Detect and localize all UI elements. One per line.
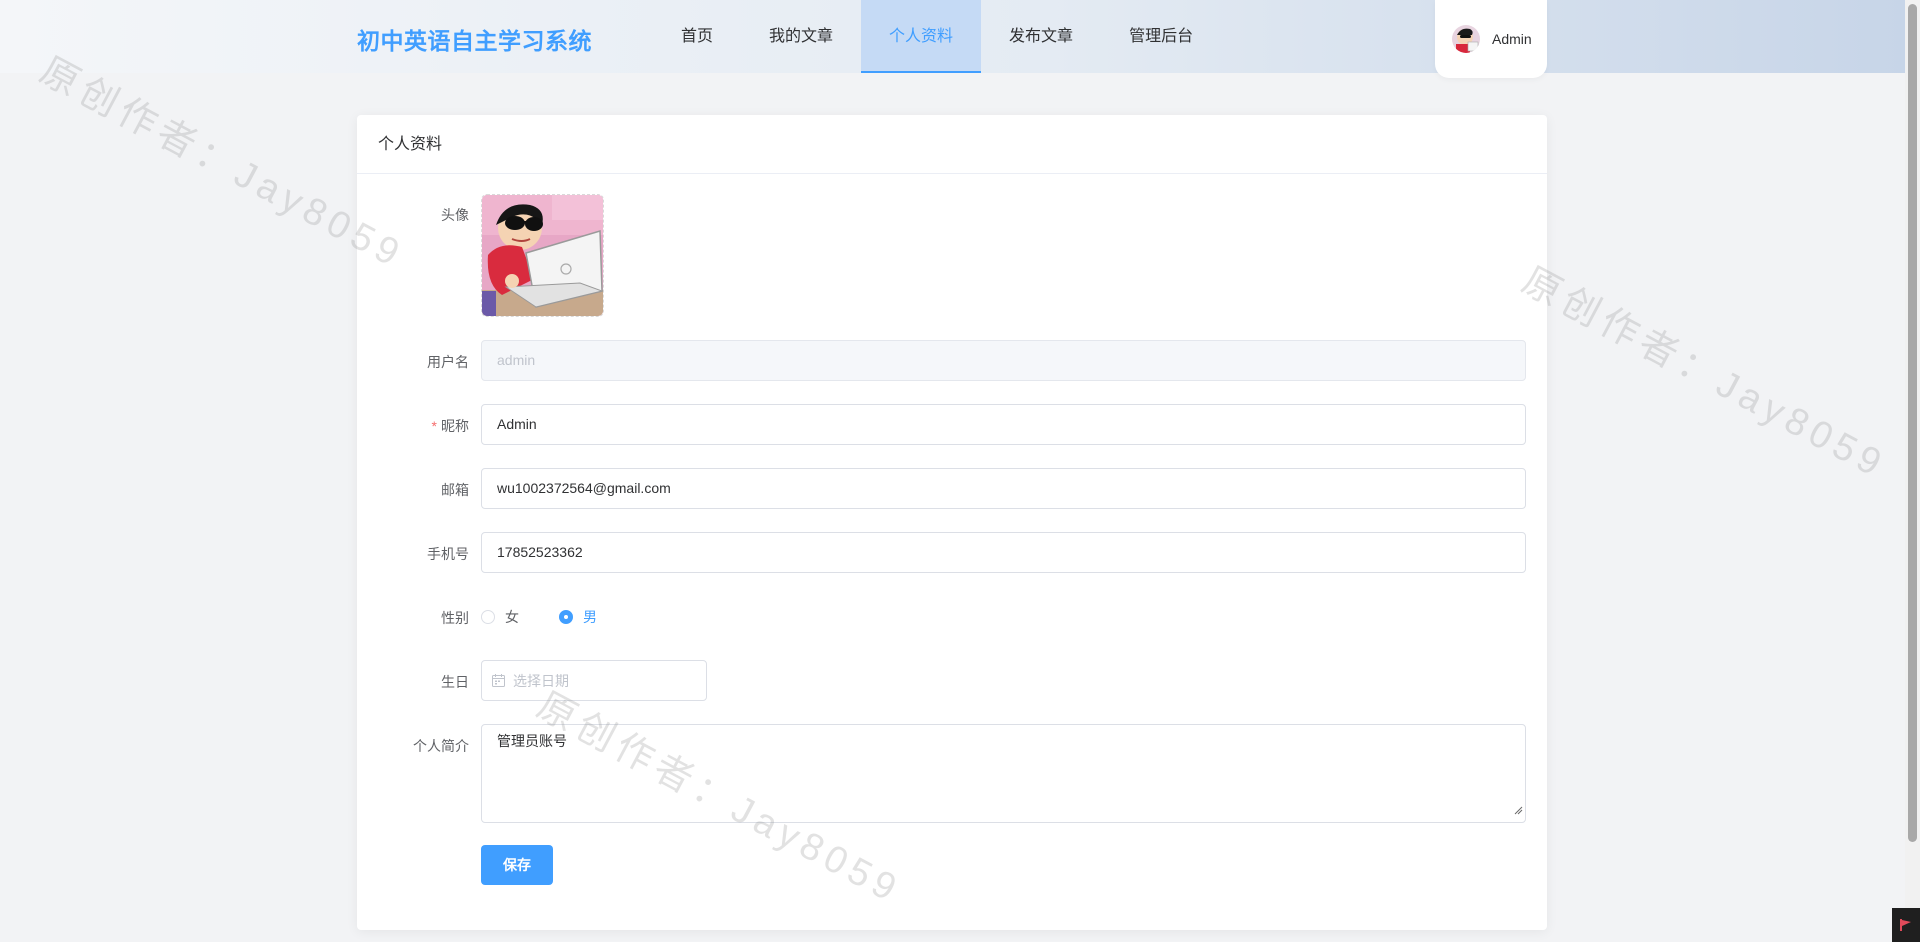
top-header: 初中英语自主学习系统 首页 我的文章 个人资料 发布文章 管理后台 Admin [0, 0, 1905, 78]
birthday-placeholder: 选择日期 [513, 672, 569, 689]
email-input[interactable]: wu1002372564@gmail.com [481, 468, 1526, 509]
required-mark: * [431, 418, 437, 434]
profile-card: 个人资料 头像 用户名 admin * 昵称 Admin 邮箱 wu1002372… [357, 115, 1547, 930]
scrollbar-thumb[interactable] [1908, 4, 1917, 842]
nickname-input[interactable]: Admin [481, 404, 1526, 445]
nav-item-home[interactable]: 首页 [653, 0, 741, 73]
phone-input[interactable]: 17852523362 [481, 532, 1526, 573]
flag-icon[interactable] [1892, 908, 1920, 942]
avatar-label: 头像 [441, 207, 469, 223]
card-title: 个人资料 [357, 115, 1547, 174]
user-menu[interactable]: Admin [1435, 0, 1547, 78]
radio-checked-icon [559, 610, 573, 624]
phone-label: 手机号 [427, 546, 469, 562]
gender-label: 性别 [441, 610, 469, 626]
birthday-date-picker[interactable]: 选择日期 [481, 660, 707, 701]
gender-option-male: 男 [583, 609, 597, 625]
site-logo[interactable]: 初中英语自主学习系统 [357, 22, 592, 56]
main-nav: 首页 我的文章 个人资料 发布文章 管理后台 [653, 0, 1221, 73]
nickname-label-text: 昵称 [441, 418, 469, 434]
nav-item-admin[interactable]: 管理后台 [1101, 0, 1221, 73]
bio-text: 管理员账号 [497, 733, 567, 749]
avatar-uploader[interactable] [481, 194, 604, 317]
gender-radio-group: 女 男 [481, 607, 637, 627]
nav-item-profile[interactable]: 个人资料 [861, 0, 982, 73]
birthday-label: 生日 [441, 674, 469, 690]
nav-item-my-articles[interactable]: 我的文章 [741, 0, 861, 73]
bio-label: 个人简介 [413, 738, 469, 754]
gender-option-female: 女 [505, 609, 519, 625]
save-button[interactable]: 保存 [481, 845, 553, 885]
bio-textarea[interactable]: 管理员账号 [481, 724, 1526, 823]
watermark: 原创作者：Jay8059 [1515, 259, 1894, 488]
resize-handle-icon[interactable] [1514, 800, 1523, 820]
nickname-label: * 昵称 [357, 416, 469, 436]
nav-item-publish[interactable]: 发布文章 [981, 0, 1101, 73]
user-name: Admin [1492, 31, 1532, 47]
calendar-icon [492, 674, 505, 687]
username-input[interactable]: admin [481, 340, 1526, 381]
username-label: 用户名 [427, 354, 469, 370]
page-scrollbar[interactable] [1905, 0, 1920, 942]
gender-radio-male[interactable]: 男 [559, 607, 597, 627]
user-avatar [1452, 25, 1480, 53]
email-label: 邮箱 [441, 482, 469, 498]
radio-circle-icon [481, 610, 495, 624]
gender-radio-female[interactable]: 女 [481, 607, 519, 627]
avatar-image [482, 195, 603, 316]
